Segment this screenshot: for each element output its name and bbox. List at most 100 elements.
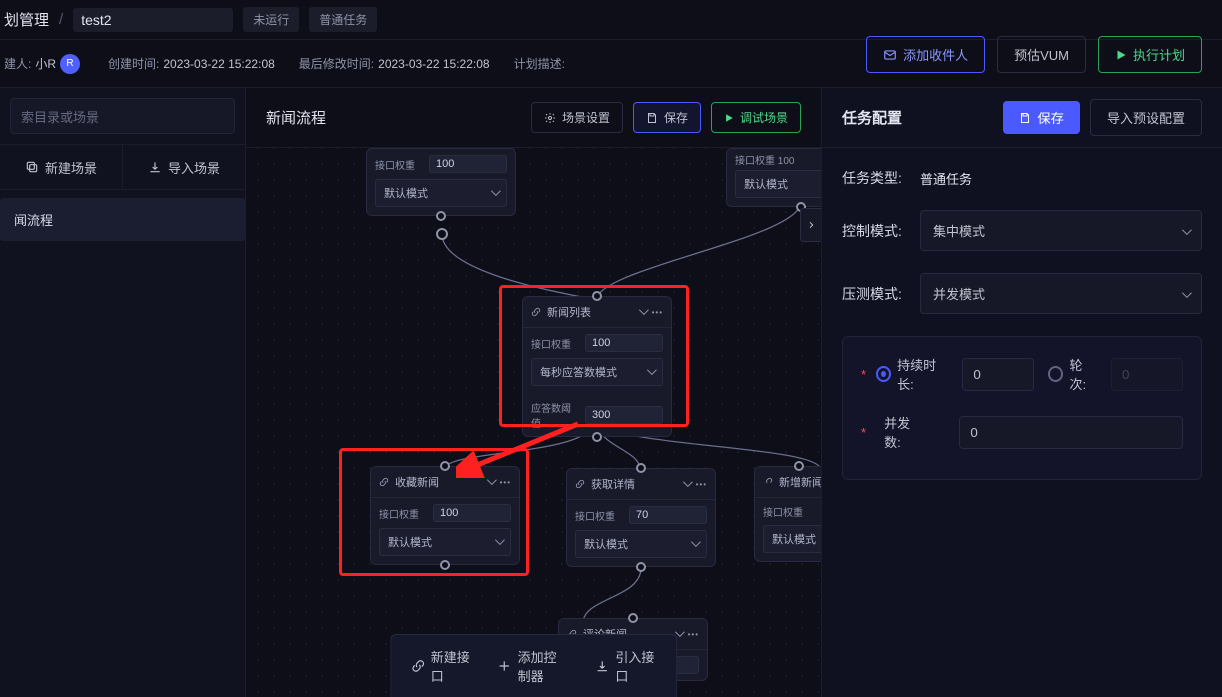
sidebar: 索目录或场景 新建场景 导入场景 闻流程 [0, 88, 246, 697]
concurrency-input[interactable] [959, 416, 1183, 449]
weight-input[interactable] [429, 155, 507, 173]
node-bookmark[interactable]: 收藏新闻 接口权重 默认模式 [370, 466, 520, 565]
node-partial-top[interactable]: 接口权重 默认模式 [366, 148, 516, 216]
status-tag: 未运行 [243, 7, 299, 32]
node-header[interactable]: 新增新闻 [755, 467, 822, 498]
node-title: 获取详情 [591, 476, 677, 492]
press-mode-select[interactable]: 并发模式 [920, 273, 1202, 314]
chevron-down-icon [1182, 286, 1189, 301]
more-icon[interactable] [688, 628, 699, 640]
port-in[interactable] [592, 291, 602, 301]
weight-input[interactable] [433, 504, 511, 522]
right-title: 任务配置 [842, 107, 1003, 128]
concurrency-label: 并发数: [884, 413, 925, 451]
more-icon[interactable] [652, 306, 663, 318]
envelope-icon [883, 48, 897, 62]
scene-settings-button[interactable]: 场景设置 [531, 102, 623, 133]
creator-meta: 建人: 小R R [4, 54, 84, 74]
mode-select[interactable]: 默认模式 [735, 170, 822, 198]
rounds-input[interactable] [1111, 358, 1183, 391]
header-row-1: 划管理 / 未运行 普通任务 [0, 0, 1222, 40]
mode-select[interactable]: 默认模式 [575, 530, 707, 558]
more-icon[interactable] [500, 476, 511, 488]
node-header[interactable]: 收藏新闻 [371, 467, 519, 498]
weight-line: 接口权重 100 [735, 152, 794, 167]
rounds-radio-item[interactable]: 轮次: [1048, 355, 1097, 393]
node-add-news[interactable]: 新增新闻 接口权重 默认模式 [754, 466, 822, 562]
weight-input[interactable] [585, 334, 663, 352]
import-interface-button[interactable]: 引入接口 [589, 643, 662, 689]
save-icon [1019, 112, 1031, 124]
collapse-panel-toggle[interactable] [800, 208, 822, 242]
sidebar-toolbar: 新建场景 导入场景 [0, 144, 245, 190]
plus-icon [498, 659, 512, 673]
mode-select[interactable]: 默认模式 [375, 179, 507, 207]
canvas-save-button[interactable]: 保存 [633, 102, 701, 133]
params-card: 持续时长: 轮次: 并发数: [842, 336, 1202, 480]
mode-select[interactable]: 默认模式 [379, 528, 511, 556]
link-icon [575, 479, 585, 489]
sidebar-item-flow[interactable]: 闻流程 [0, 198, 245, 241]
new-interface-button[interactable]: 新建接口 [405, 643, 478, 689]
desc-label: 计划描述: [514, 55, 565, 72]
node-header[interactable]: 获取详情 [567, 469, 715, 500]
control-mode-label: 控制模式: [842, 221, 920, 241]
chevron-down-icon[interactable] [683, 478, 690, 490]
node-news-list[interactable]: 新闻列表 接口权重 每秒应答数模式 应答数阈值 [522, 296, 672, 437]
right-panel: 任务配置 保存 导入预设配置 任务类型: 普通任务 控制模式: 集中模式 [822, 88, 1222, 697]
node-detail[interactable]: 获取详情 接口权重 默认模式 [566, 468, 716, 567]
chevron-down-icon[interactable] [487, 476, 494, 488]
add-recipient-button[interactable]: 添加收件人 [866, 36, 985, 73]
canvas-header: 新闻流程 场景设置 保存 调试场景 [246, 88, 821, 148]
node-row-weight: 接口权重 [755, 498, 822, 525]
port-out[interactable] [636, 562, 646, 572]
radio-duration[interactable] [876, 366, 891, 382]
canvas-bottom-toolbar: 新建接口 添加控制器 引入接口 [390, 634, 678, 697]
port-out[interactable] [440, 560, 450, 570]
search-input[interactable]: 索目录或场景 [10, 98, 235, 134]
right-body: 任务类型: 普通任务 控制模式: 集中模式 压测模式: 并发模式 [822, 148, 1222, 500]
control-mode-select[interactable]: 集中模式 [920, 210, 1202, 251]
scene-settings-label: 场景设置 [562, 109, 610, 126]
estimate-button[interactable]: 预估VUM [997, 36, 1086, 73]
right-save-button[interactable]: 保存 [1003, 101, 1080, 134]
plan-name-input[interactable] [73, 8, 233, 32]
desc-meta: 计划描述: [514, 55, 565, 72]
import-scene-button[interactable]: 导入场景 [122, 145, 245, 189]
node-header[interactable]: 新闻列表 [523, 297, 671, 328]
port-out[interactable] [592, 432, 602, 442]
avatar: R [60, 54, 80, 74]
mode-value: 默认模式 [772, 531, 816, 547]
duration-input[interactable] [962, 358, 1034, 391]
duration-radio-item[interactable]: 持续时长: [861, 355, 948, 393]
task-type-value: 普通任务 [920, 169, 1202, 188]
new-scene-button[interactable]: 新建场景 [0, 145, 122, 189]
node-partial-right[interactable]: 接口权重 100 默认模式 [726, 148, 822, 207]
more-icon[interactable] [696, 478, 707, 490]
import-scene-label: 导入场景 [168, 158, 220, 177]
port-out[interactable] [436, 211, 446, 221]
duration-rounds-row: 持续时长: 轮次: [861, 355, 1183, 393]
mode-select[interactable]: 默认模式 [763, 525, 822, 553]
radio-rounds[interactable] [1048, 366, 1063, 382]
created-value: 2023-03-22 15:22:08 [163, 57, 274, 71]
port-in[interactable] [440, 461, 450, 471]
port-in[interactable] [628, 613, 638, 623]
canvas-title: 新闻流程 [266, 107, 531, 128]
import-preset-button[interactable]: 导入预设配置 [1090, 99, 1202, 136]
add-controller-button[interactable]: 添加控制器 [492, 643, 576, 689]
port-in[interactable] [794, 461, 804, 471]
modified-value: 2023-03-22 15:22:08 [378, 57, 489, 71]
weight-input[interactable] [629, 506, 707, 524]
threshold-input[interactable] [585, 406, 663, 424]
row-task-type: 任务类型: 普通任务 [842, 168, 1202, 188]
chevron-down-icon [495, 536, 502, 548]
execute-button[interactable]: 执行计划 [1098, 36, 1202, 73]
canvas[interactable]: 新闻流程 场景设置 保存 调试场景 [246, 88, 822, 697]
debug-scene-button[interactable]: 调试场景 [711, 102, 801, 133]
port-in[interactable] [636, 463, 646, 473]
canvas-save-label: 保存 [664, 109, 688, 126]
weight-label: 接口权重 [375, 157, 423, 172]
chevron-down-icon[interactable] [639, 306, 646, 318]
mode-select[interactable]: 每秒应答数模式 [531, 358, 663, 386]
